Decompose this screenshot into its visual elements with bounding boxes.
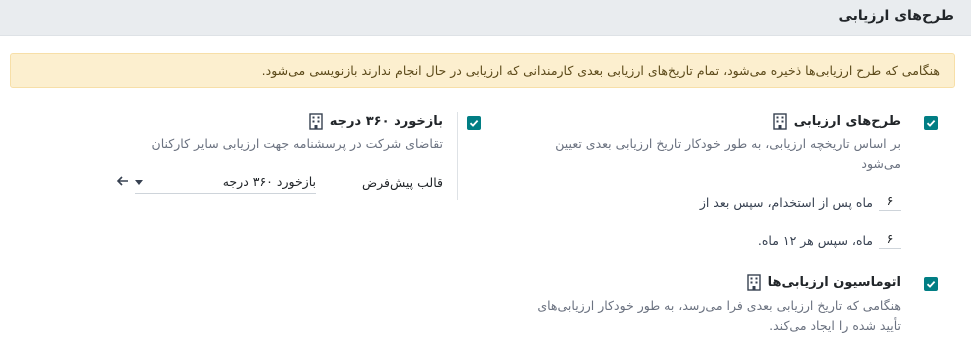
check-icon	[926, 280, 936, 288]
appraisal-plans-label: طرح‌های ارزیابی	[793, 114, 901, 129]
appraisal-automation-title: اتوماسیون ارزیابی‌ها	[746, 274, 901, 291]
appraisal-plans-checkbox[interactable]	[924, 116, 938, 130]
desc-line: بر اساس تاریخچه ارزیابی، به طور خودکار ت…	[555, 136, 901, 151]
building-icon	[746, 274, 761, 291]
desc-line: هنگامی که تاریخ ارزیابی بعدی فرا می‌رسد،…	[537, 298, 901, 313]
feedback-360-description: تقاضای شرکت در پرسشنامه جهت ارزیابی سایر…	[151, 136, 443, 151]
check-icon	[469, 119, 479, 127]
column-divider	[457, 112, 458, 200]
desc-line: می‌شود	[861, 156, 901, 171]
next-appraisal-text: ماه، سپس هر ۱۲ ماه.	[757, 232, 873, 248]
default-template-label: قالب پیش‌فرض	[361, 175, 443, 190]
first-appraisal-text: ماه پس از استخدام، سپس بعد از	[699, 194, 873, 210]
check-icon	[926, 119, 936, 127]
appraisal-plans-description: بر اساس تاریخچه ارزیابی، به طور خودکار ت…	[521, 134, 901, 174]
feedback-360-label: بازخورد ۳۶۰ درجه	[329, 114, 443, 129]
appraisal-automation-checkbox[interactable]	[924, 277, 938, 291]
warning-alert: هنگامی که طرح ارزیابی‌ها ذخیره می‌شود، ت…	[10, 53, 955, 88]
feedback-360-checkbox[interactable]	[467, 116, 481, 130]
desc-line: تأیید شده را ایجاد می‌کند.	[769, 318, 901, 333]
default-template-value: بازخورد ۳۶۰ درجه	[222, 174, 316, 189]
appraisal-automation-label: اتوماسیون ارزیابی‌ها	[767, 275, 901, 290]
first-appraisal-months-input[interactable]: ۶	[879, 193, 901, 211]
section-title: طرح‌های ارزیابی	[838, 8, 954, 24]
default-template-select[interactable]: بازخورد ۳۶۰ درجه	[135, 172, 316, 194]
feedback-360-title: بازخورد ۳۶۰ درجه	[309, 113, 443, 130]
building-icon	[773, 113, 787, 130]
alert-text: هنگامی که طرح ارزیابی‌ها ذخیره می‌شود، ت…	[261, 63, 940, 78]
building-icon	[309, 113, 323, 130]
chevron-down-icon	[135, 180, 143, 185]
next-appraisal-row: ۶ ماه، سپس هر ۱۲ ماه.	[758, 231, 901, 249]
arrow-left-icon[interactable]	[116, 174, 130, 188]
appraisal-plans-title: طرح‌های ارزیابی	[773, 113, 901, 130]
next-appraisal-months-input[interactable]: ۶	[879, 231, 901, 249]
section-header: طرح‌های ارزیابی	[0, 0, 971, 36]
first-appraisal-row: ۶ ماه پس از استخدام، سپس بعد از	[700, 193, 901, 211]
appraisal-automation-description: هنگامی که تاریخ ارزیابی بعدی فرا می‌رسد،…	[481, 296, 901, 336]
